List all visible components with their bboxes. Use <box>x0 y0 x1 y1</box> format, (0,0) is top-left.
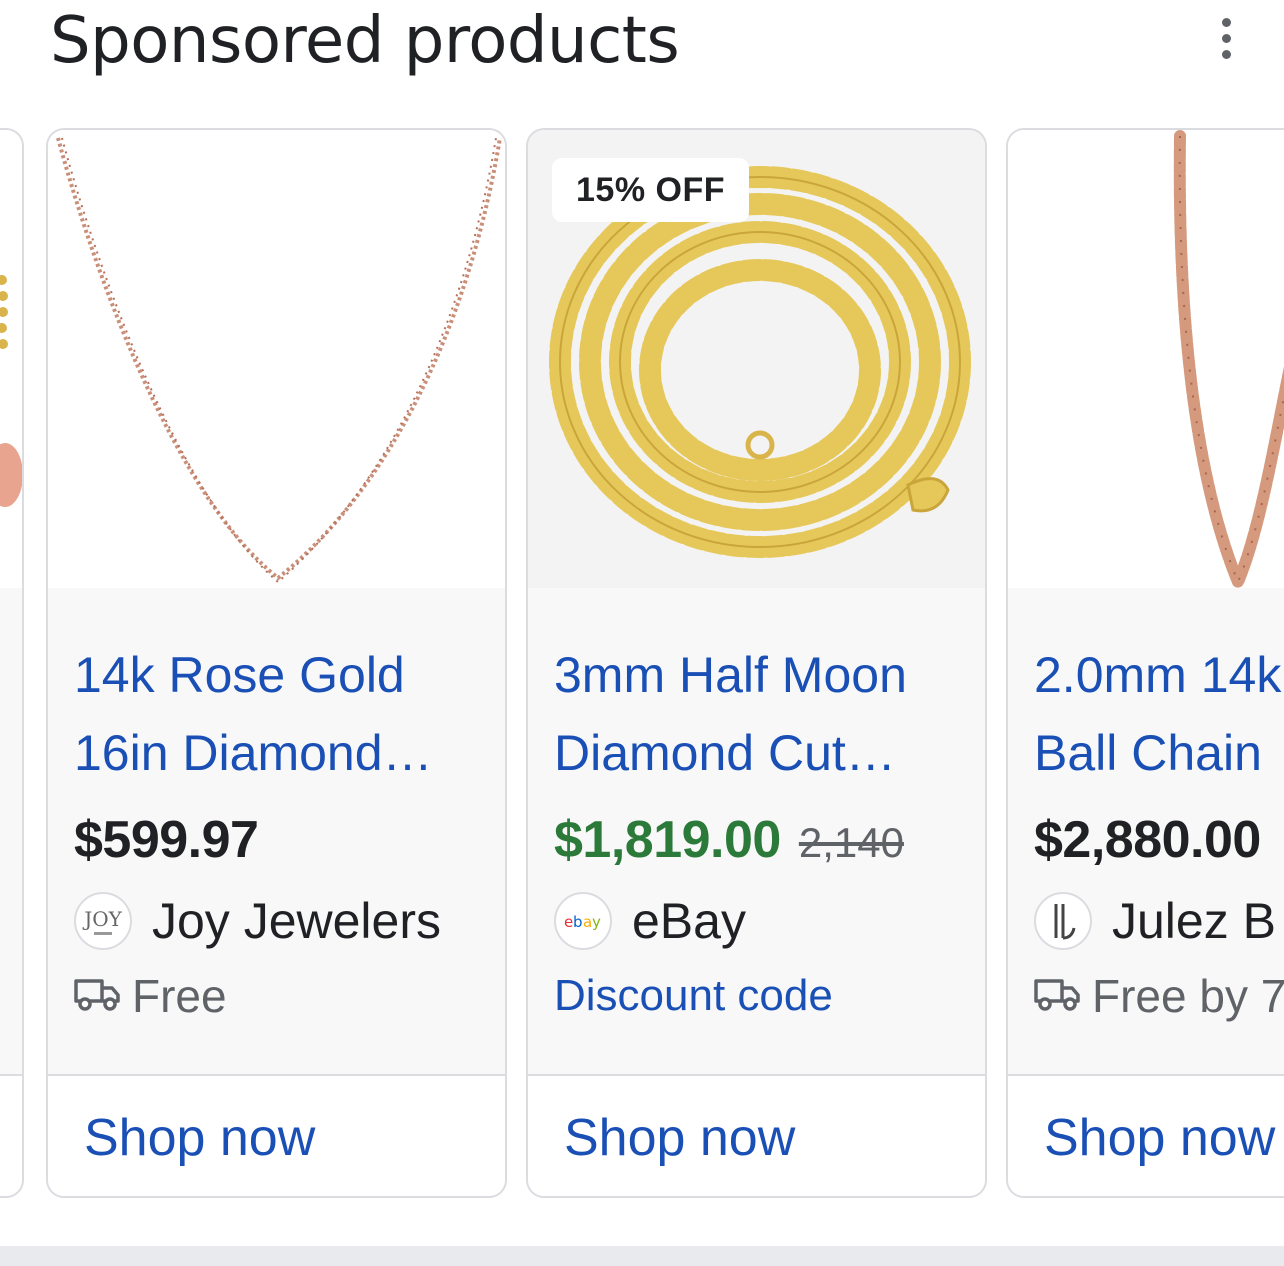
seller: e b a y eBay <box>554 888 746 954</box>
product-carousel[interactable]: 14k Rose Gold 16in Diamond… $599.97 JOY … <box>0 128 1284 1198</box>
discount-code-link[interactable]: Discount code <box>554 971 833 1021</box>
product-card[interactable]: 15% OFF 3mm Half Moon Diamond Cut… $1,81… <box>526 128 987 1198</box>
promo-row: Discount code <box>554 966 833 1026</box>
shipping-text: Free <box>132 970 227 1022</box>
product-title[interactable]: 14k Rose Gold 16in Diamond… <box>74 636 504 792</box>
product-title[interactable]: 2.0mm 14k Ball Chain <box>1034 636 1284 792</box>
seller-name: eBay <box>632 893 746 949</box>
svg-text:JOY: JOY <box>82 907 122 931</box>
product-price: $1,819.00 <box>554 811 781 869</box>
joy-jewelers-logo-icon: JOY <box>74 892 132 950</box>
product-title-line: 16in Diamond… <box>74 725 433 781</box>
product-title[interactable]: 3mm Half Moon Diamond Cut… <box>554 636 984 792</box>
shop-now-button[interactable] <box>0 1074 22 1196</box>
product-image[interactable] <box>0 130 22 588</box>
ebay-logo-icon: e b a y <box>554 892 612 950</box>
section-title: Sponsored products <box>50 4 680 78</box>
seller: JOY Joy Jewelers <box>74 888 441 954</box>
svg-text:y: y <box>592 913 601 931</box>
product-image[interactable] <box>1008 130 1284 588</box>
more-options-icon[interactable] <box>1206 10 1246 66</box>
rose-gold-ball-chain-image <box>1173 130 1284 588</box>
delivery-truck-icon <box>74 977 120 1016</box>
menu-dot <box>1221 33 1231 43</box>
shop-now-button[interactable]: Shop now <box>48 1074 505 1196</box>
shipping-info: Free <box>74 966 227 1026</box>
svg-text:b: b <box>573 913 583 931</box>
julez-logo-icon <box>1034 892 1092 950</box>
product-title-line: 14k Rose Gold <box>74 647 405 703</box>
delivery-truck-icon <box>1034 977 1080 1016</box>
product-price: $599.97 <box>74 811 259 869</box>
menu-dot <box>1221 49 1231 59</box>
section-divider <box>0 1246 1284 1266</box>
product-card[interactable]: 2.0mm 14k Ball Chain $2,880.00 Julez B F… <box>1006 128 1284 1198</box>
shipping-text: Free by 7 <box>1092 970 1284 1022</box>
svg-text:e: e <box>564 913 573 931</box>
seller: Julez B <box>1034 888 1276 954</box>
seller-name: Julez B <box>1112 893 1276 949</box>
discount-badge: 15% OFF <box>552 158 749 222</box>
product-title-line: 3mm Half Moon <box>554 647 907 703</box>
shop-now-button[interactable]: Shop now <box>1008 1074 1284 1196</box>
original-price: 2,140 <box>798 819 904 866</box>
product-title-line: 2.0mm 14k <box>1034 647 1282 703</box>
product-card-previous[interactable] <box>0 128 24 1198</box>
svg-text:a: a <box>583 913 592 931</box>
product-price: $2,880.00 <box>1034 811 1261 869</box>
product-title-line: Ball Chain <box>1034 725 1262 781</box>
product-title-line: Diamond Cut… <box>554 725 896 781</box>
chain-image <box>0 275 22 507</box>
menu-dot <box>1221 17 1231 27</box>
shipping-info: Free by 7 <box>1034 966 1284 1026</box>
product-image[interactable] <box>48 130 505 588</box>
rose-gold-chain-image <box>56 137 502 584</box>
product-card[interactable]: 14k Rose Gold 16in Diamond… $599.97 JOY … <box>46 128 507 1198</box>
product-image[interactable]: 15% OFF <box>528 130 985 588</box>
shop-now-button[interactable]: Shop now <box>528 1074 985 1196</box>
seller-name: Joy Jewelers <box>152 893 441 949</box>
